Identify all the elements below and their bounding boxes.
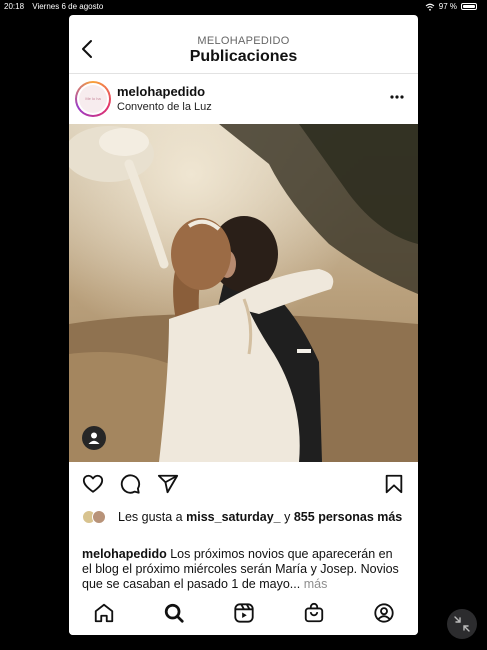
likes-prefix: Les gusta a [118, 510, 183, 524]
caption-username[interactable]: melohapedido [82, 547, 167, 561]
status-left: 20:18 Viernes 6 de agosto [4, 0, 109, 13]
post-caption: melohapedido Los próximos novios que apa… [82, 547, 402, 592]
top-bar: MELOHAPEDIDO Publicaciones [69, 15, 418, 74]
search-icon[interactable] [163, 602, 185, 624]
battery-icon [461, 3, 477, 10]
bottom-nav [69, 591, 418, 635]
heart-icon[interactable] [82, 473, 104, 495]
likes-user[interactable]: miss_saturday_ [186, 510, 281, 524]
wedding-photo [69, 124, 418, 462]
likes-summary: Les gusta a miss_saturday_ y 855 persona… [82, 510, 412, 525]
status-right: 97 % [425, 0, 477, 13]
tag-badge[interactable] [82, 426, 106, 450]
caption-more-link[interactable]: más [304, 577, 328, 591]
instagram-window: MELOHAPEDIDO Publicaciones Me lo ha pedi… [69, 15, 418, 635]
home-icon[interactable] [93, 602, 115, 624]
more-horizontal-icon[interactable] [390, 94, 404, 100]
page-title: Publicaciones [189, 48, 298, 65]
avatar[interactable]: Me lo ha pedido [75, 81, 111, 117]
reels-icon[interactable] [233, 602, 255, 624]
battery-level [463, 5, 475, 8]
share-icon[interactable] [157, 473, 179, 495]
header-username: MELOHAPEDIDO [197, 35, 290, 47]
user-tag-icon [88, 432, 100, 444]
bookmark-icon[interactable] [383, 473, 405, 495]
likes-others[interactable]: 855 personas más [294, 510, 402, 524]
liker-avatars [82, 510, 112, 526]
post-image[interactable] [69, 124, 418, 462]
status-bar: 20:18 Viernes 6 de agosto 97 % [0, 0, 487, 13]
post-actions [69, 462, 418, 504]
post-username[interactable]: melohapedido [117, 84, 205, 99]
comment-icon[interactable] [119, 473, 141, 495]
wifi-icon [425, 3, 435, 11]
status-date: Viernes 6 de agosto [32, 2, 104, 11]
status-time: 20:18 [4, 2, 25, 11]
shop-icon[interactable] [303, 602, 325, 624]
profile-icon[interactable] [373, 602, 395, 624]
liker-avatar [92, 510, 106, 524]
post-header: Me lo ha pedido melohapedido Convento de… [69, 74, 418, 124]
shrink-button[interactable] [447, 609, 477, 639]
avatar-ring-gap: Me lo ha pedido [77, 83, 109, 115]
minimize-arrows-icon [454, 616, 470, 632]
likes-text: Les gusta a miss_saturday_ y 855 persona… [118, 510, 412, 525]
likes-joiner: y [284, 510, 291, 524]
avatar-logo: Me lo ha pedido [79, 85, 107, 113]
battery-percent: 97 % [438, 2, 457, 11]
post-location[interactable]: Convento de la Luz [117, 101, 212, 113]
